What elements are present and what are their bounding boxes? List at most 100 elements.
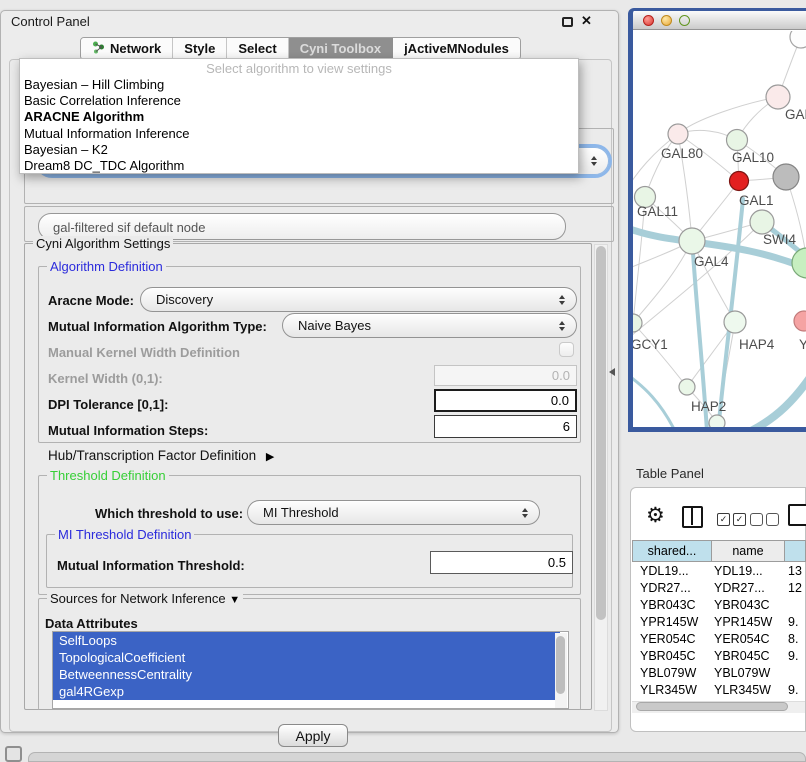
aracne-mode-combo[interactable]: Discovery (140, 287, 577, 312)
network-node-gal4[interactable] (679, 228, 705, 254)
sources-group-title[interactable]: Sources for Network Inference ▼ (47, 591, 243, 606)
mi-threshold-label: Mutual Information Threshold: (57, 558, 245, 573)
node-label-y: Y (799, 337, 806, 352)
table-cell: YPR145W (632, 614, 712, 631)
list-scrollbar[interactable] (555, 633, 567, 709)
network-window-titlebar[interactable] (633, 11, 806, 30)
float-window-icon[interactable] (562, 17, 573, 27)
table-row[interactable]: YBR045CYBR045C9. (632, 648, 806, 665)
column-header-extra[interactable] (785, 540, 806, 562)
tab-network[interactable]: Network (81, 38, 173, 59)
mi-steps-field[interactable]: 6 (434, 415, 577, 438)
node-label-hap4: HAP4 (739, 337, 775, 352)
network-node[interactable] (790, 31, 806, 48)
network-node-gal[interactable] (766, 85, 790, 109)
dpi-tolerance-field[interactable]: 0.0 (434, 389, 577, 412)
combo-spinner-icon (559, 321, 565, 331)
column-header-shared[interactable]: shared... (632, 540, 712, 562)
attribute-item-selfloops[interactable]: SelfLoops (53, 632, 560, 649)
network-node-gal10[interactable] (727, 130, 748, 151)
table-row[interactable]: YBL079WYBL079W (632, 665, 806, 682)
hub-definition-expander[interactable]: Hub/Transcription Factor Definition ▶ (48, 448, 274, 463)
network-node[interactable] (792, 248, 806, 278)
node-label-gal11: GAL11 (637, 204, 678, 219)
network-node[interactable] (709, 415, 725, 427)
network-node-hap2[interactable] (679, 379, 695, 395)
mi-threshold-field[interactable]: 0.5 (430, 551, 573, 574)
table-cell: YLR345W (632, 682, 712, 699)
algorithm-options: Bayesian – Hill ClimbingBasic Correlatio… (20, 77, 578, 174)
tab-jactivemnodules[interactable]: jActiveMNodules (393, 38, 520, 59)
network-tab-icon (92, 41, 105, 57)
screenshot-root: Control Panel ✕ Network Style Select Cyni T… (0, 0, 806, 762)
network-node-gcy1[interactable] (633, 314, 642, 332)
control-panel-title: Control Panel (11, 14, 90, 29)
deselect-all-checkboxes-icon[interactable] (750, 513, 779, 526)
list-scrollbar-thumb[interactable] (556, 636, 565, 694)
table-rows: YDL19...YDL19...13YDR27...YDR27...12YBR0… (632, 563, 806, 701)
apply-button[interactable]: Apply (278, 724, 348, 747)
table-cell: 9. (785, 648, 806, 665)
algorithm-option-basic-correlation-inference[interactable]: Basic Correlation Inference (20, 93, 578, 109)
tab-label: Network (110, 41, 161, 56)
network-node-swi4[interactable] (750, 210, 774, 234)
settings-scrollbar-thumb[interactable] (596, 246, 606, 620)
panel-resize-arrow-icon[interactable] (609, 368, 615, 376)
table-hscrollbar-thumb[interactable] (636, 702, 788, 711)
collapse-arrow-icon: ▼ (229, 594, 240, 606)
algorithm-option-mutual-information-inference[interactable]: Mutual Information Inference (20, 126, 578, 142)
table-row[interactable]: YDR27...YDR27...12 (632, 580, 806, 597)
algorithm-option-dream8-dc-tdc-algorithm[interactable]: Dream8 DC_TDC Algorithm (20, 158, 578, 174)
column-header-name[interactable]: name (712, 540, 785, 562)
which-threshold-combo[interactable]: MI Threshold (247, 500, 540, 525)
mi-steps-label: Mutual Information Steps: (48, 423, 208, 438)
aracne-mode-value: Discovery (156, 292, 213, 307)
network-canvas-svg[interactable]: GALGAL80GAL10GAL1GAL11SWI4GAL4GCY1HAP4YH… (633, 31, 806, 427)
select-all-checkboxes-icon[interactable]: ✓ ✓ (717, 513, 746, 526)
tab-label: Select (238, 41, 276, 56)
minimize-traffic-light[interactable] (661, 15, 672, 26)
which-threshold-value: MI Threshold (263, 505, 339, 520)
network-node-gal1[interactable] (773, 164, 799, 190)
columns-icon[interactable] (682, 506, 703, 528)
sources-title-label: Sources for Network Inference (50, 591, 226, 606)
network-edge (751, 376, 806, 427)
algorithm-option-bayesian-hill-climbing[interactable]: Bayesian – Hill Climbing (20, 77, 578, 93)
node-label-swi4: SWI4 (763, 232, 796, 247)
collapsed-panel-bar[interactable] (28, 752, 806, 762)
table-cell: 9. (785, 682, 806, 699)
table-row[interactable]: YER054CYER054C8. (632, 631, 806, 648)
table-cell: YPR145W (712, 614, 785, 631)
tab-cyni-toolbox[interactable]: Cyni Toolbox (289, 38, 393, 59)
tab-style[interactable]: Style (173, 38, 227, 59)
attribute-item-betweennesscentrality[interactable]: BetweennessCentrality (53, 666, 560, 683)
table-cell: YER054C (712, 631, 785, 648)
network-node-y[interactable] (794, 311, 806, 331)
algorithm-option-aracne-algorithm[interactable]: ARACNE Algorithm (20, 109, 578, 125)
network-node-hap4[interactable] (724, 311, 746, 333)
node-label-gal1: GAL1 (739, 193, 774, 208)
network-node-gal80[interactable] (668, 124, 688, 144)
collapsed-panel-icon[interactable] (5, 746, 22, 762)
document-icon[interactable] (788, 504, 806, 526)
data-attributes-list[interactable]: SelfLoopsTopologicalCoefficientBetweenne… (52, 631, 569, 709)
table-row[interactable]: YPR145WYPR145W9. (632, 614, 806, 631)
close-traffic-light[interactable] (643, 15, 654, 26)
gear-icon[interactable]: ⚙ (646, 503, 665, 528)
algorithm-definition-title: Algorithm Definition (47, 259, 166, 274)
close-icon[interactable]: ✕ (581, 13, 592, 29)
table-cell: YER054C (632, 631, 712, 648)
tab-select[interactable]: Select (227, 38, 288, 59)
node-label-gal4: GAL4 (694, 254, 729, 269)
algorithm-option-bayesian-k2[interactable]: Bayesian – K2 (20, 142, 578, 158)
dpi-tolerance-label: DPI Tolerance [0,1]: (48, 397, 168, 412)
table-row[interactable]: YDL19...YDL19...13 (632, 563, 806, 580)
network-node[interactable] (730, 172, 749, 191)
table-row[interactable]: YLR345WYLR345W9. (632, 682, 806, 699)
mi-algorithm-type-combo[interactable]: Naive Bayes (282, 313, 577, 338)
zoom-traffic-light[interactable] (679, 15, 690, 26)
table-row[interactable]: YBR043CYBR043C (632, 597, 806, 614)
node-label-gal10: GAL10 (732, 150, 774, 165)
attribute-item-topologicalcoefficient[interactable]: TopologicalCoefficient (53, 649, 560, 666)
attribute-item-gal4rgexp[interactable]: gal4RGexp (53, 683, 560, 700)
